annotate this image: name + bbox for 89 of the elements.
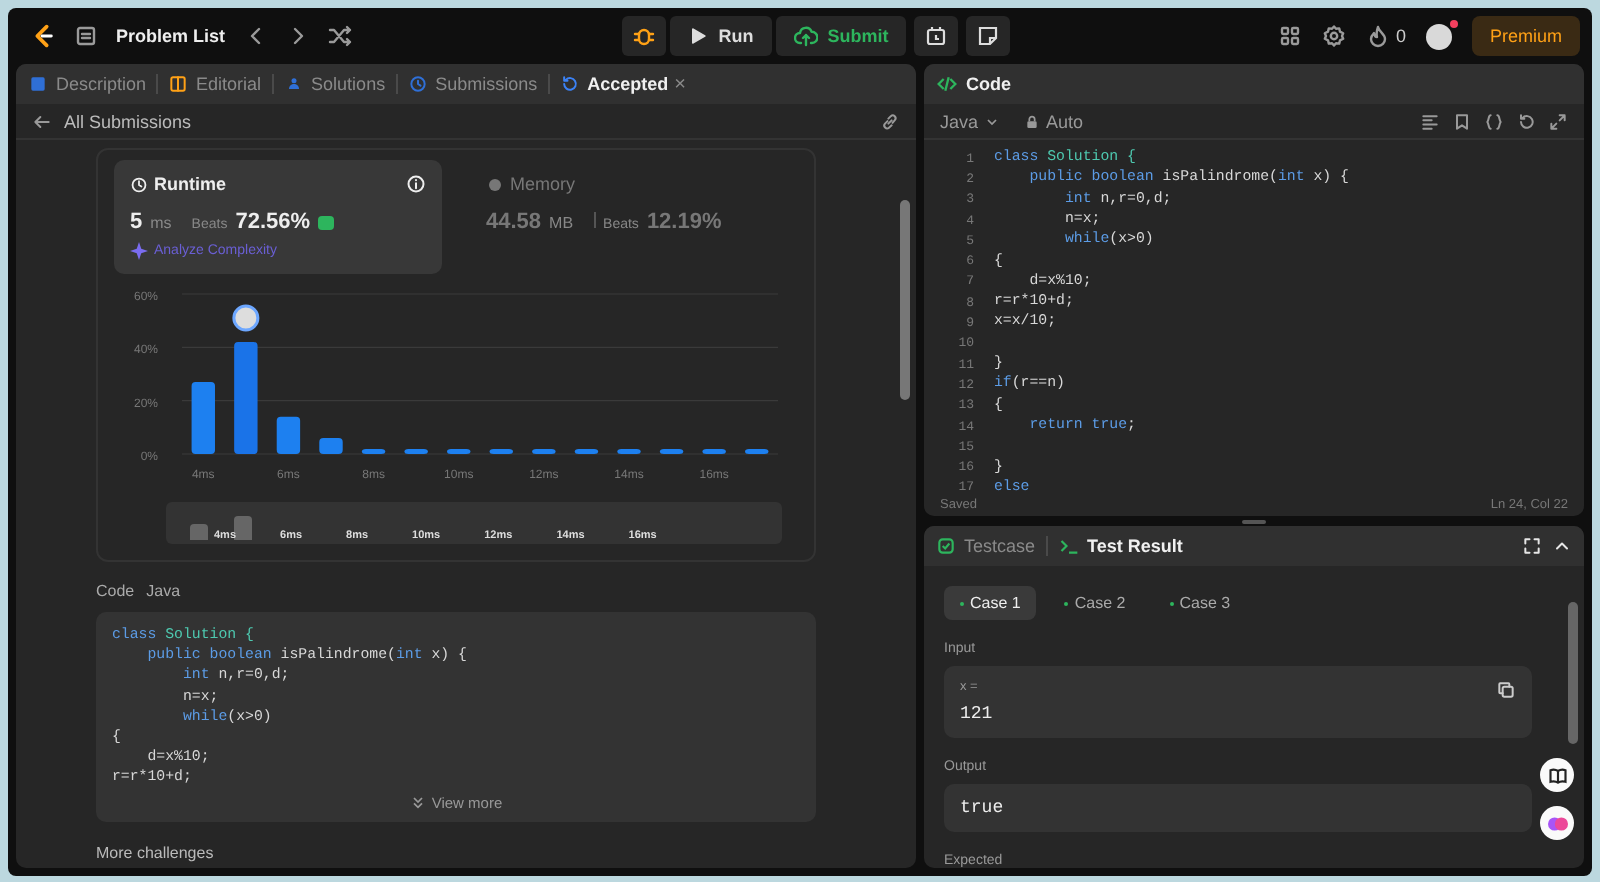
code-icon[interactable] (936, 74, 958, 94)
beats-value: 12.19% (646, 210, 722, 234)
bar[interactable] (276, 416, 301, 454)
link-icon[interactable] (880, 111, 900, 131)
panel-tab[interactable]: Code (936, 74, 1011, 94)
fullscreen-icon[interactable] (1522, 536, 1542, 556)
bar[interactable] (617, 449, 641, 454)
info-icon[interactable] (406, 174, 426, 194)
bar[interactable] (489, 449, 513, 454)
badge-icon (318, 215, 335, 229)
bar[interactable] (361, 449, 386, 454)
person-icon (283, 74, 304, 94)
flame-icon[interactable] (1365, 24, 1390, 48)
case-tab[interactable]: Case 3 (1153, 586, 1247, 620)
bar[interactable] (702, 449, 726, 454)
stat-value: 5 (130, 210, 143, 234)
premium-button[interactable]: Premium (1471, 16, 1580, 56)
timer-button[interactable] (914, 16, 959, 56)
stat-unit: ms (150, 214, 172, 232)
case-tab[interactable]: Case 1 (944, 586, 1037, 620)
bar[interactable] (532, 449, 556, 454)
language-dropdown[interactable]: Java (940, 111, 1001, 131)
panel-tab[interactable]: Description (28, 74, 147, 94)
checkbox-icon[interactable] (936, 536, 956, 556)
panel-tab[interactable]: Test Result (1057, 536, 1183, 556)
history-icon (559, 74, 580, 94)
panel-tab[interactable]: Testcase (936, 536, 1036, 556)
copy-icon[interactable] (1496, 680, 1516, 700)
avatar-marker (232, 304, 260, 332)
note-button[interactable] (966, 16, 1011, 56)
beats-value: 72.56% (235, 210, 311, 234)
play-icon[interactable] (688, 26, 709, 46)
bug-icon[interactable] (632, 24, 657, 48)
mini-bar (190, 524, 208, 540)
resize-handle[interactable] (1242, 520, 1266, 524)
arrow-left-icon[interactable] (32, 111, 52, 131)
grid-icon[interactable] (1277, 24, 1302, 48)
debug-button[interactable] (622, 16, 667, 56)
input-value: 121 (960, 704, 993, 724)
format-icon[interactable] (1420, 111, 1440, 131)
all-submissions-link[interactable]: All Submissions (64, 111, 192, 131)
bar[interactable] (447, 449, 471, 454)
shuffle-icon[interactable] (327, 24, 352, 48)
auto-mode-button[interactable]: Auto (1024, 111, 1084, 131)
reset-icon[interactable] (1516, 111, 1536, 131)
panel-tab[interactable]: Submissions (407, 74, 538, 94)
note-icon[interactable] (976, 24, 1001, 48)
book-button[interactable] (1540, 758, 1574, 792)
bar[interactable] (574, 449, 599, 454)
streak-count: 0 (1395, 26, 1406, 46)
calendar-clock-icon[interactable] (924, 24, 949, 48)
panel-tab[interactable]: Accepted (559, 74, 669, 94)
expand-icon[interactable] (1548, 111, 1568, 131)
panel-tab[interactable]: Editorial (168, 74, 262, 94)
stat-value: 44.58 (486, 210, 542, 234)
clock-icon (407, 74, 428, 94)
stat-title: Memory (510, 174, 576, 194)
stat-title: Runtime (154, 174, 226, 194)
terminal-icon[interactable] (1057, 536, 1080, 556)
stat-unit: MB (549, 214, 574, 232)
book-icon (168, 74, 189, 94)
section-title: More challenges (96, 843, 216, 862)
avatar[interactable] (1425, 23, 1452, 49)
bar[interactable] (745, 449, 769, 454)
chevron-down-icon[interactable] (984, 113, 1001, 129)
problem-list-link[interactable]: Problem List (116, 26, 226, 46)
bar[interactable] (319, 438, 343, 454)
document-icon (28, 74, 48, 94)
double-chevron-icon[interactable] (409, 794, 426, 811)
list-icon[interactable] (74, 24, 98, 48)
case-tab[interactable]: Case 2 (1048, 586, 1142, 620)
panel-tab[interactable]: Solutions (283, 74, 386, 94)
book-icon[interactable] (1547, 765, 1567, 785)
bar[interactable] (659, 449, 684, 454)
language-label: Java (146, 582, 181, 600)
sparkle-icon[interactable] (130, 242, 148, 260)
run-button[interactable]: Run (670, 16, 772, 56)
close-tab-button[interactable]: × (674, 73, 686, 95)
bookmark-icon[interactable] (1452, 111, 1472, 131)
lock-icon[interactable] (1024, 113, 1041, 129)
code-label: Code (96, 582, 135, 600)
submit-button[interactable]: Submit (775, 16, 907, 56)
braces-icon[interactable] (1484, 111, 1504, 131)
clock-icon (130, 175, 148, 193)
cloud-upload-icon[interactable] (793, 24, 818, 48)
mini-bar (234, 516, 252, 540)
settings-icon[interactable] (1321, 24, 1346, 48)
bar[interactable] (404, 449, 428, 454)
output-value: true (960, 798, 1004, 818)
